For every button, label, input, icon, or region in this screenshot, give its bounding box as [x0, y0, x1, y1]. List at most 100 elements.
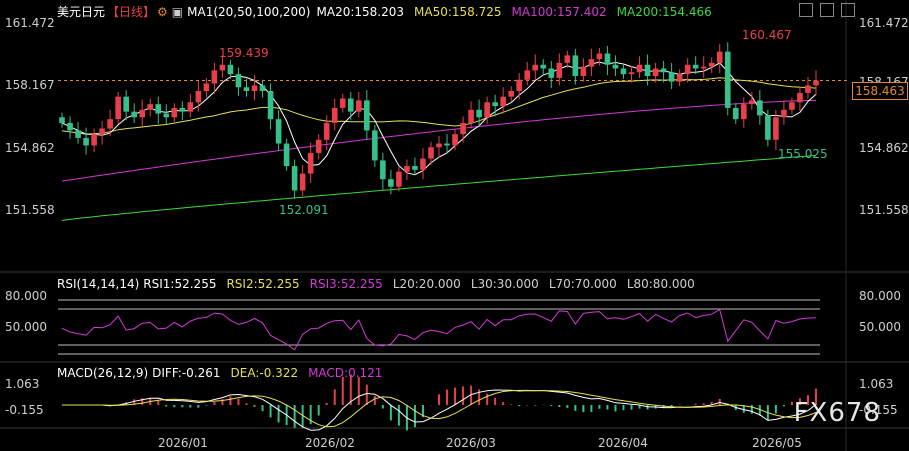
candle-body-60 [540, 64, 547, 69]
candle-body-81 [708, 62, 715, 67]
candle-body-61 [548, 68, 555, 78]
candle-body-16 [187, 102, 194, 112]
candle-body-35 [339, 98, 346, 108]
candle-body-36 [347, 98, 354, 112]
candle-body-11 [147, 104, 154, 110]
candle-body-6 [107, 119, 113, 129]
price-axis-left-2: 154.862 [5, 141, 55, 155]
candle-body-63 [564, 55, 571, 63]
candle-body-10 [139, 109, 146, 118]
candle-body-49 [452, 134, 458, 146]
candle-body-65 [580, 66, 587, 77]
candle-body-18 [203, 83, 210, 92]
candle-body-50 [460, 122, 466, 135]
candle-body-46 [428, 147, 434, 159]
candle-body-70 [620, 68, 627, 75]
candle-body-27 [275, 119, 282, 144]
candle-body-62 [556, 62, 563, 78]
rsi1-value: RSI1:52.255 [143, 277, 217, 291]
chart-container: 美元日元 【日线】 ⚙ ▣ MA1(20,50,100,200) MA20:158.203… [0, 0, 909, 451]
candle-body-37 [355, 100, 362, 112]
candle-body-39 [372, 130, 378, 161]
ma100-value: MA100:157.402 [511, 5, 607, 19]
grid-icon[interactable] [799, 3, 813, 17]
candle-body-75 [660, 68, 667, 73]
candle-body-69 [612, 64, 619, 69]
candle-body-88 [765, 115, 771, 140]
candle-body-7 [115, 96, 121, 120]
candle-body-47 [436, 143, 442, 148]
rsi2-value: RSI2:52.255 [226, 277, 300, 291]
settings-gear-icon[interactable]: ⚙ [157, 5, 168, 19]
candle-body-64 [572, 55, 579, 77]
candle-body-67 [596, 53, 603, 60]
price-axis-right-0: 161.472 [859, 16, 909, 30]
candle-body-91 [789, 102, 795, 110]
candle-body-32 [315, 139, 322, 153]
candle-body-53 [484, 102, 490, 118]
candle-body-94 [813, 80, 819, 86]
rsi-label: RSI(14,14,14) [57, 277, 140, 291]
minimize-icon[interactable] [820, 3, 834, 17]
candle-body-42 [396, 171, 402, 187]
candle-body-90 [781, 109, 787, 118]
rsi-axis-left-0: 80.000 [5, 289, 47, 303]
rsi-l70: L70:70.000 [548, 277, 617, 291]
candle-body-56 [508, 91, 514, 97]
ma-label: MA1(20,50,100,200) [187, 5, 311, 19]
candle-body-23 [243, 87, 250, 92]
macd-axis-left-0: 1.063 [5, 377, 40, 391]
candle-body-57 [516, 79, 523, 92]
candle-body-55 [500, 96, 506, 107]
candle-body-80 [700, 66, 707, 69]
candle-body-72 [636, 64, 643, 73]
candle-body-71 [628, 72, 635, 75]
macd-axis-right-0: 1.063 [859, 377, 894, 391]
annotation-low-2: 155.025 [778, 147, 828, 161]
maximize-icon[interactable] [841, 3, 855, 17]
ma20-value: MA20:158.203 [316, 5, 405, 19]
candle-body-14 [171, 107, 178, 118]
x-axis-label-2: 2026/03 [446, 436, 496, 450]
candle-body-34 [331, 107, 338, 123]
x-axis-label-1: 2026/02 [305, 436, 355, 450]
candle-body-74 [652, 68, 659, 77]
rsi-l80: L80:80.000 [626, 277, 695, 291]
rsi-l30: L30:30.000 [470, 277, 539, 291]
candle-body-86 [749, 100, 755, 105]
rsi-axis-right-0: 80.000 [859, 289, 901, 303]
candle-body-52 [476, 109, 482, 118]
candle-body-8 [123, 96, 129, 112]
candle-body-43 [404, 166, 410, 172]
candle-body-31 [307, 152, 314, 174]
indicator-dropdown-icon[interactable]: ▣ [172, 5, 183, 19]
rsi-axis-left-1: 50.000 [5, 320, 47, 334]
candle-body-5 [99, 128, 105, 135]
price-axis-right-3: 151.558 [859, 203, 909, 217]
annotation-low-1: 152.091 [279, 203, 329, 217]
candle-body-12 [155, 104, 162, 114]
price-axis-right-2: 154.862 [859, 141, 909, 155]
candle-body-20 [219, 64, 226, 71]
macd-dea-value: DEA:-0.322 [230, 366, 299, 380]
candle-body-33 [323, 122, 330, 140]
candle-body-25 [259, 85, 266, 92]
candle-body-17 [195, 91, 202, 103]
candle-body-24 [251, 85, 258, 92]
candle-body-30 [299, 173, 306, 191]
candle-body-79 [692, 64, 699, 69]
candle-body-22 [235, 74, 242, 88]
main-header: 美元日元 【日线】 ⚙ ▣ MA1(20,50,100,200) MA20:158.203… [57, 4, 722, 20]
macd-diff-value: DIFF:-0.261 [152, 366, 221, 380]
rsi-header: RSI(14,14,14) RSI1:52.255 RSI2:52.255 RSI3:… [57, 276, 705, 292]
price-chart-svg [0, 0, 909, 451]
candle-body-44 [412, 166, 418, 170]
candle-body-4 [91, 134, 97, 146]
candle-body-89 [773, 117, 779, 140]
symbol-label[interactable]: 美元日元 [57, 5, 105, 19]
candle-body-48 [444, 143, 450, 146]
period-label[interactable]: 【日线】 [107, 5, 155, 19]
current-price-tag: 158.463 [852, 82, 908, 100]
ma200-value: MA200:154.466 [616, 5, 712, 19]
rsi-axis-right-1: 50.000 [859, 320, 901, 334]
